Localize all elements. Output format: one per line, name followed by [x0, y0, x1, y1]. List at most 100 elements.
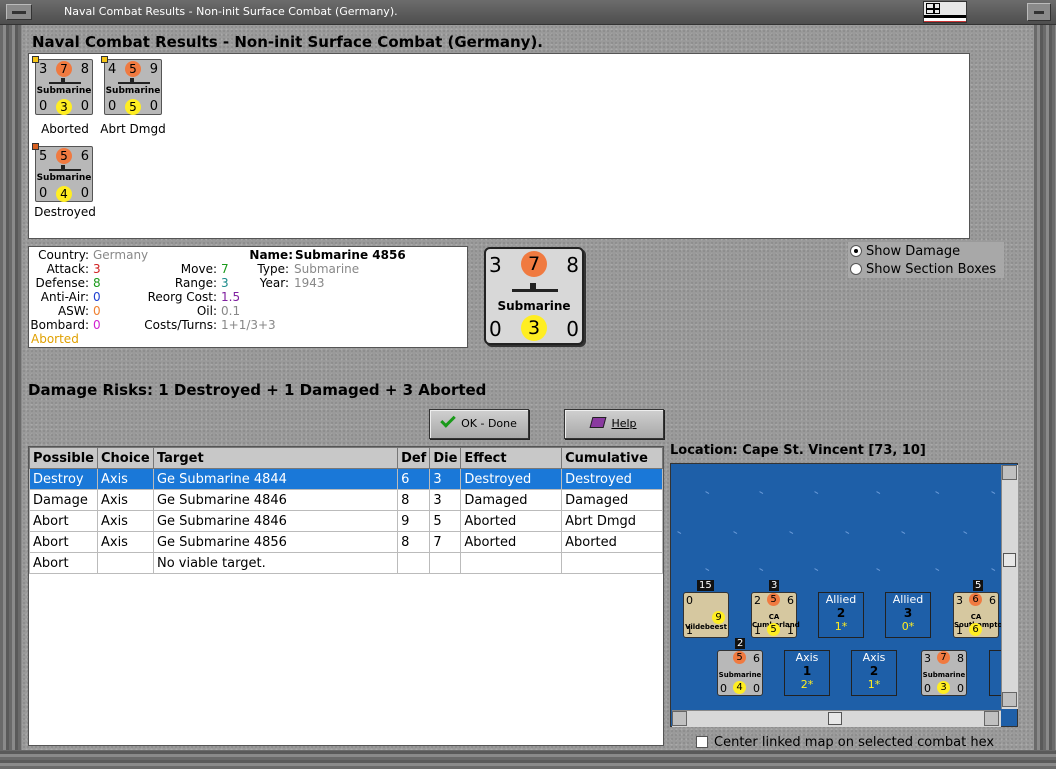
column-header-def[interactable]: Def: [397, 447, 431, 469]
table-row[interactable]: Damage Axis Ge Submarine 4846 8 3 Damage…: [29, 489, 663, 511]
column-header-die[interactable]: Die: [429, 447, 462, 469]
reorg-label: Reorg Cost:: [147, 290, 217, 304]
counter-move: 6: [753, 652, 760, 665]
counter-bombard: 0: [753, 682, 760, 695]
allied-section-box[interactable]: Allied 2 1*: [818, 592, 864, 638]
map-unit-counter[interactable]: 2 5 6 CA Cumberland 1 5 1: [751, 592, 800, 638]
system-menu-button[interactable]: [6, 4, 32, 20]
counter-aa: 0: [489, 317, 502, 341]
sea-icon: [934, 491, 940, 495]
allied-section-box[interactable]: Allied 3 0*: [885, 592, 931, 638]
axis-section-box[interactable]: Axis 2 1*: [851, 650, 897, 696]
combat-map[interactable]: 15 0 Vildebeest 1 9 3 2 5 6 CA Cumberlan…: [670, 463, 1018, 727]
minimize-button[interactable]: [1027, 3, 1051, 21]
counter-move: 6: [787, 594, 794, 607]
unit-info-panel: Country: Germany Attack: 3 Defense: 8 An…: [28, 246, 468, 348]
country-value: Germany: [93, 248, 149, 262]
table-row[interactable]: Destroy Axis Ge Submarine 4844 6 3 Destr…: [29, 468, 663, 490]
scroll-down-arrow-icon[interactable]: [1002, 692, 1017, 707]
table-row[interactable]: Abort Axis Ge Submarine 4846 9 5 Aborted…: [29, 510, 663, 532]
cell-die: 5: [429, 510, 462, 532]
checkmark-icon: [440, 412, 456, 428]
counter-aa: 1: [686, 624, 693, 637]
radio-unselected-icon[interactable]: [850, 263, 862, 275]
unit-counter[interactable]: 5 5 6 Submarine 0 4 0: [32, 143, 93, 202]
year-value: 1943: [294, 276, 325, 290]
scroll-up-arrow-icon[interactable]: [1002, 465, 1017, 480]
map-unit-counter[interactable]: 3 7 8 Submarine 0 3 0: [921, 650, 967, 696]
horizontal-scroll-thumb[interactable]: [828, 712, 842, 725]
country-label: Country:: [38, 248, 89, 262]
cell-effect: Aborted: [460, 510, 563, 532]
cell-choice: Axis: [96, 468, 154, 490]
submarine-icon: [49, 78, 81, 84]
table-row[interactable]: Abort Axis Ge Submarine 4856 8 7 Aborted…: [29, 531, 663, 553]
sea-icon: [758, 568, 764, 572]
scroll-right-arrow-icon[interactable]: [984, 711, 999, 726]
cell-def: 8: [397, 531, 431, 553]
show-damage-option[interactable]: Show Damage: [850, 244, 960, 259]
counter-bombard: 1: [787, 624, 794, 637]
counter-aa: 1: [956, 624, 963, 637]
sea-icon: [990, 568, 996, 572]
counter-bombard: 0: [80, 99, 89, 114]
center-map-option[interactable]: Center linked map on selected combat hex: [696, 735, 994, 750]
range-label: Range:: [174, 276, 217, 290]
counter-aa: 1: [754, 624, 761, 637]
cell-possible: Abort: [29, 510, 98, 532]
map-horizontal-scrollbar[interactable]: [672, 710, 1001, 727]
title-bar: Naval Combat Results - Non-init Surface …: [0, 0, 1056, 25]
section-sub: 1*: [834, 620, 848, 633]
column-header-cumulative[interactable]: Cumulative: [561, 447, 663, 469]
counter-attack: 0: [686, 594, 693, 607]
column-header-target[interactable]: Target: [152, 447, 399, 469]
counter-aa: 0: [720, 682, 727, 695]
defense-value: 8: [93, 276, 101, 290]
page-title: Naval Combat Results - Non-init Surface …: [32, 33, 544, 51]
counter-defense: 5: [733, 651, 746, 664]
move-value: 7: [221, 262, 229, 276]
map-unit-counter[interactable]: 3 6 6 CA Southampton 1 6: [953, 592, 1007, 638]
counter-attack: 2: [754, 594, 761, 607]
column-header-effect[interactable]: Effect: [460, 447, 563, 469]
ok-done-button[interactable]: OK - Done: [429, 409, 529, 439]
help-button[interactable]: Help: [564, 409, 664, 439]
counter-name: Submarine: [105, 86, 161, 96]
costs-value: 1+1/3+3: [221, 318, 276, 332]
costs-label: Costs/Turns:: [144, 318, 217, 332]
radio-selected-icon[interactable]: [850, 245, 862, 257]
map-unit-counter[interactable]: 5 6 Submarine 0 4 0: [717, 650, 763, 696]
bombard-label: Bombard:: [30, 318, 89, 332]
cell-target: Ge Submarine 4846: [152, 510, 399, 532]
counter-move: 6: [989, 594, 996, 607]
counter-range: 3: [521, 315, 547, 341]
column-header-possible[interactable]: Possible: [29, 447, 98, 469]
counter-bombard: 0: [566, 317, 579, 341]
reorg-value: 1.5: [221, 290, 241, 304]
unit-counter[interactable]: 4 5 9 Submarine 0 5 0: [101, 56, 162, 115]
counter-move: 9: [149, 62, 158, 77]
counter-aa: 0: [39, 186, 48, 201]
table-row[interactable]: Abort No viable target.: [29, 552, 663, 574]
column-header-choice[interactable]: Choice: [96, 447, 154, 469]
counter-name: Submarine: [36, 86, 92, 96]
map-vertical-scrollbar[interactable]: [1001, 465, 1018, 709]
cell-cumulative: Abrt Dmgd: [561, 510, 663, 532]
scroll-left-arrow-icon[interactable]: [672, 711, 687, 726]
damage-risks-summary: Damage Risks: 1 Destroyed + 1 Damaged + …: [28, 381, 487, 399]
window-title: Naval Combat Results - Non-init Surface …: [64, 5, 398, 18]
axis-section-box[interactable]: Axis 1 2*: [784, 650, 830, 696]
section-number: 2: [836, 606, 846, 620]
counter-name: Submarine: [718, 671, 762, 679]
vertical-scroll-thumb[interactable]: [1003, 553, 1016, 567]
counter-range: 6: [969, 623, 982, 636]
map-unit-counter[interactable]: 0 Vildebeest 1 9: [683, 592, 729, 638]
unit-counter[interactable]: 3 7 8 Submarine 0 3 0: [32, 56, 93, 115]
cell-die: [429, 552, 462, 574]
sea-icon: [990, 491, 996, 495]
counter-move: 8: [80, 62, 89, 77]
counter-defense: 6: [969, 593, 982, 606]
show-section-boxes-option[interactable]: Show Section Boxes: [850, 262, 996, 277]
counter-range: 5: [767, 623, 780, 636]
checkbox-icon[interactable]: [696, 736, 708, 748]
